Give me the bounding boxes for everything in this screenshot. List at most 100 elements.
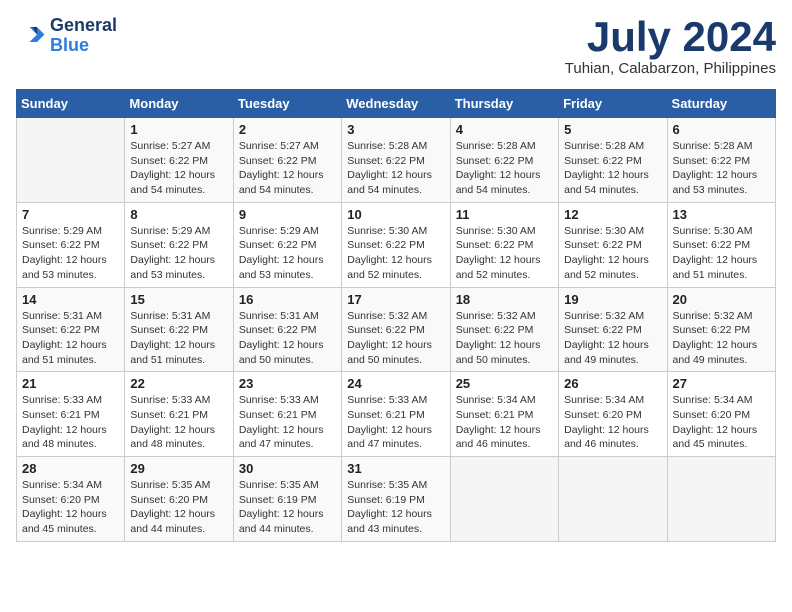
- day-info: Sunrise: 5:32 AM Sunset: 6:22 PM Dayligh…: [347, 309, 444, 368]
- calendar-cell: 15 Sunrise: 5:31 AM Sunset: 6:22 PM Dayli…: [125, 287, 233, 372]
- day-info: Sunrise: 5:27 AM Sunset: 6:22 PM Dayligh…: [130, 139, 227, 198]
- weekday-header: Tuesday: [233, 90, 341, 118]
- day-info: Sunrise: 5:35 AM Sunset: 6:19 PM Dayligh…: [347, 478, 444, 537]
- day-number: 5: [564, 122, 661, 137]
- weekday-header: Monday: [125, 90, 233, 118]
- calendar-cell: 24Sunrise: 5:33 AM Sunset: 6:21 PM Dayli…: [342, 372, 450, 457]
- day-info: Sunrise: 5:33 AM Sunset: 6:21 PM Dayligh…: [239, 393, 336, 452]
- day-info: Sunrise: 5:31 AM Sunset: 6:22 PM Dayligh…: [22, 309, 119, 368]
- day-info: Sunrise: 5:35 AM Sunset: 6:19 PM Dayligh…: [239, 478, 336, 537]
- day-info: Sunrise: 5:28 AM Sunset: 6:22 PM Dayligh…: [564, 139, 661, 198]
- calendar-cell: [450, 457, 558, 542]
- calendar-cell: 9 Sunrise: 5:29 AM Sunset: 6:22 PM Daylig…: [233, 202, 341, 287]
- calendar-cell: 8 Sunrise: 5:29 AM Sunset: 6:22 PM Daylig…: [125, 202, 233, 287]
- calendar-week-row: 7 Sunrise: 5:29 AM Sunset: 6:22 PM Daylig…: [17, 202, 776, 287]
- day-number: 19: [564, 292, 661, 307]
- weekday-header: Thursday: [450, 90, 558, 118]
- day-info: Sunrise: 5:28 AM Sunset: 6:22 PM Dayligh…: [347, 139, 444, 198]
- day-info: Sunrise: 5:34 AM Sunset: 6:20 PM Dayligh…: [564, 393, 661, 452]
- calendar-cell: 26 Sunrise: 5:34 AM Sunset: 6:20 PM Dayli…: [559, 372, 667, 457]
- calendar-cell: 1 Sunrise: 5:27 AM Sunset: 6:22 PM Daylig…: [125, 118, 233, 203]
- location: Tuhian, Calabarzon, Philippines: [565, 60, 776, 77]
- day-number: 2: [239, 122, 336, 137]
- logo: General Blue: [16, 16, 117, 56]
- day-info: Sunrise: 5:30 AM Sunset: 6:22 PM Dayligh…: [456, 224, 553, 283]
- day-number: 6: [673, 122, 770, 137]
- day-number: 22: [130, 376, 227, 391]
- calendar-cell: 28 Sunrise: 5:34 AM Sunset: 6:20 PM Dayli…: [17, 457, 125, 542]
- calendar-cell: 16 Sunrise: 5:31 AM Sunset: 6:22 PM Dayli…: [233, 287, 341, 372]
- day-info: Sunrise: 5:33 AM Sunset: 6:21 PM Dayligh…: [22, 393, 119, 452]
- day-number: 13: [673, 207, 770, 222]
- calendar-cell: 19 Sunrise: 5:32 AM Sunset: 6:22 PM Dayli…: [559, 287, 667, 372]
- day-info: Sunrise: 5:33 AM Sunset: 6:21 PM Dayligh…: [130, 393, 227, 452]
- calendar-cell: 14 Sunrise: 5:31 AM Sunset: 6:22 PM Dayli…: [17, 287, 125, 372]
- day-info: Sunrise: 5:31 AM Sunset: 6:22 PM Dayligh…: [239, 309, 336, 368]
- calendar-cell: 6 Sunrise: 5:28 AM Sunset: 6:22 PM Daylig…: [667, 118, 775, 203]
- day-info: Sunrise: 5:30 AM Sunset: 6:22 PM Dayligh…: [564, 224, 661, 283]
- calendar-cell: 5 Sunrise: 5:28 AM Sunset: 6:22 PM Daylig…: [559, 118, 667, 203]
- calendar-cell: 23 Sunrise: 5:33 AM Sunset: 6:21 PM Dayli…: [233, 372, 341, 457]
- day-number: 3: [347, 122, 444, 137]
- day-info: Sunrise: 5:29 AM Sunset: 6:22 PM Dayligh…: [130, 224, 227, 283]
- day-number: 11: [456, 207, 553, 222]
- calendar-cell: 17Sunrise: 5:32 AM Sunset: 6:22 PM Dayli…: [342, 287, 450, 372]
- day-info: Sunrise: 5:35 AM Sunset: 6:20 PM Dayligh…: [130, 478, 227, 537]
- day-info: Sunrise: 5:34 AM Sunset: 6:21 PM Dayligh…: [456, 393, 553, 452]
- calendar-week-row: 28 Sunrise: 5:34 AM Sunset: 6:20 PM Dayli…: [17, 457, 776, 542]
- calendar-cell: 31 Sunrise: 5:35 AM Sunset: 6:19 PM Dayli…: [342, 457, 450, 542]
- calendar-cell: 4 Sunrise: 5:28 AM Sunset: 6:22 PM Daylig…: [450, 118, 558, 203]
- logo-icon: [16, 21, 46, 51]
- day-number: 12: [564, 207, 661, 222]
- month-title: July 2024: [565, 16, 776, 58]
- day-number: 18: [456, 292, 553, 307]
- day-number: 4: [456, 122, 553, 137]
- day-info: Sunrise: 5:34 AM Sunset: 6:20 PM Dayligh…: [22, 478, 119, 537]
- logo-blue: Blue: [50, 35, 89, 55]
- day-number: 29: [130, 461, 227, 476]
- day-number: 23: [239, 376, 336, 391]
- day-info: Sunrise: 5:32 AM Sunset: 6:22 PM Dayligh…: [564, 309, 661, 368]
- calendar-table: SundayMondayTuesdayWednesdayThursdayFrid…: [16, 89, 776, 542]
- calendar-week-row: 21 Sunrise: 5:33 AM Sunset: 6:21 PM Dayli…: [17, 372, 776, 457]
- day-number: 15: [130, 292, 227, 307]
- calendar-cell: 10Sunrise: 5:30 AM Sunset: 6:22 PM Dayli…: [342, 202, 450, 287]
- calendar-cell: 22 Sunrise: 5:33 AM Sunset: 6:21 PM Dayli…: [125, 372, 233, 457]
- calendar-cell: 21 Sunrise: 5:33 AM Sunset: 6:21 PM Dayli…: [17, 372, 125, 457]
- day-number: 1: [130, 122, 227, 137]
- day-info: Sunrise: 5:28 AM Sunset: 6:22 PM Dayligh…: [673, 139, 770, 198]
- calendar-cell: 3 Sunrise: 5:28 AM Sunset: 6:22 PM Daylig…: [342, 118, 450, 203]
- day-number: 21: [22, 376, 119, 391]
- calendar-cell: 27 Sunrise: 5:34 AM Sunset: 6:20 PM Dayli…: [667, 372, 775, 457]
- day-info: Sunrise: 5:34 AM Sunset: 6:20 PM Dayligh…: [673, 393, 770, 452]
- title-block: July 2024 Tuhian, Calabarzon, Philippine…: [565, 16, 776, 77]
- weekday-header: Friday: [559, 90, 667, 118]
- calendar-cell: 7Sunrise: 5:29 AM Sunset: 6:22 PM Daylig…: [17, 202, 125, 287]
- weekday-header: Wednesday: [342, 90, 450, 118]
- weekday-header: Sunday: [17, 90, 125, 118]
- day-number: 16: [239, 292, 336, 307]
- calendar-cell: 13Sunrise: 5:30 AM Sunset: 6:22 PM Dayli…: [667, 202, 775, 287]
- day-number: 9: [239, 207, 336, 222]
- day-number: 7: [22, 207, 119, 222]
- calendar-cell: 18 Sunrise: 5:32 AM Sunset: 6:22 PM Dayli…: [450, 287, 558, 372]
- day-number: 10: [347, 207, 444, 222]
- calendar-week-row: 1 Sunrise: 5:27 AM Sunset: 6:22 PM Daylig…: [17, 118, 776, 203]
- day-number: 20: [673, 292, 770, 307]
- calendar-cell: 12 Sunrise: 5:30 AM Sunset: 6:22 PM Dayli…: [559, 202, 667, 287]
- calendar-cell: 25 Sunrise: 5:34 AM Sunset: 6:21 PM Dayli…: [450, 372, 558, 457]
- day-number: 28: [22, 461, 119, 476]
- day-number: 26: [564, 376, 661, 391]
- day-number: 31: [347, 461, 444, 476]
- day-info: Sunrise: 5:31 AM Sunset: 6:22 PM Dayligh…: [130, 309, 227, 368]
- day-number: 14: [22, 292, 119, 307]
- day-number: 8: [130, 207, 227, 222]
- calendar-cell: 30Sunrise: 5:35 AM Sunset: 6:19 PM Dayli…: [233, 457, 341, 542]
- day-info: Sunrise: 5:29 AM Sunset: 6:22 PM Dayligh…: [239, 224, 336, 283]
- day-info: Sunrise: 5:32 AM Sunset: 6:22 PM Dayligh…: [456, 309, 553, 368]
- day-number: 25: [456, 376, 553, 391]
- day-info: Sunrise: 5:28 AM Sunset: 6:22 PM Dayligh…: [456, 139, 553, 198]
- calendar-cell: [667, 457, 775, 542]
- day-info: Sunrise: 5:27 AM Sunset: 6:22 PM Dayligh…: [239, 139, 336, 198]
- day-number: 27: [673, 376, 770, 391]
